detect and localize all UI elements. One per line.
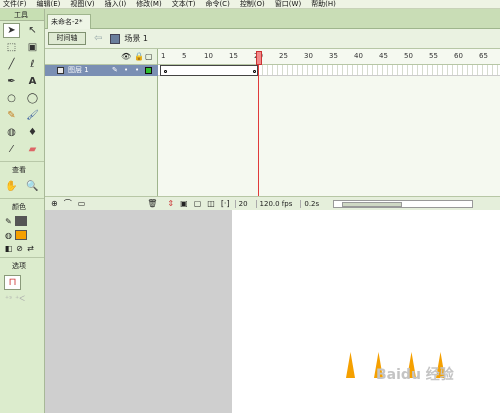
carrot-shape[interactable] <box>346 352 355 378</box>
stage-shapes <box>346 352 445 378</box>
watermark: Baidu 经验 <box>376 367 454 383</box>
